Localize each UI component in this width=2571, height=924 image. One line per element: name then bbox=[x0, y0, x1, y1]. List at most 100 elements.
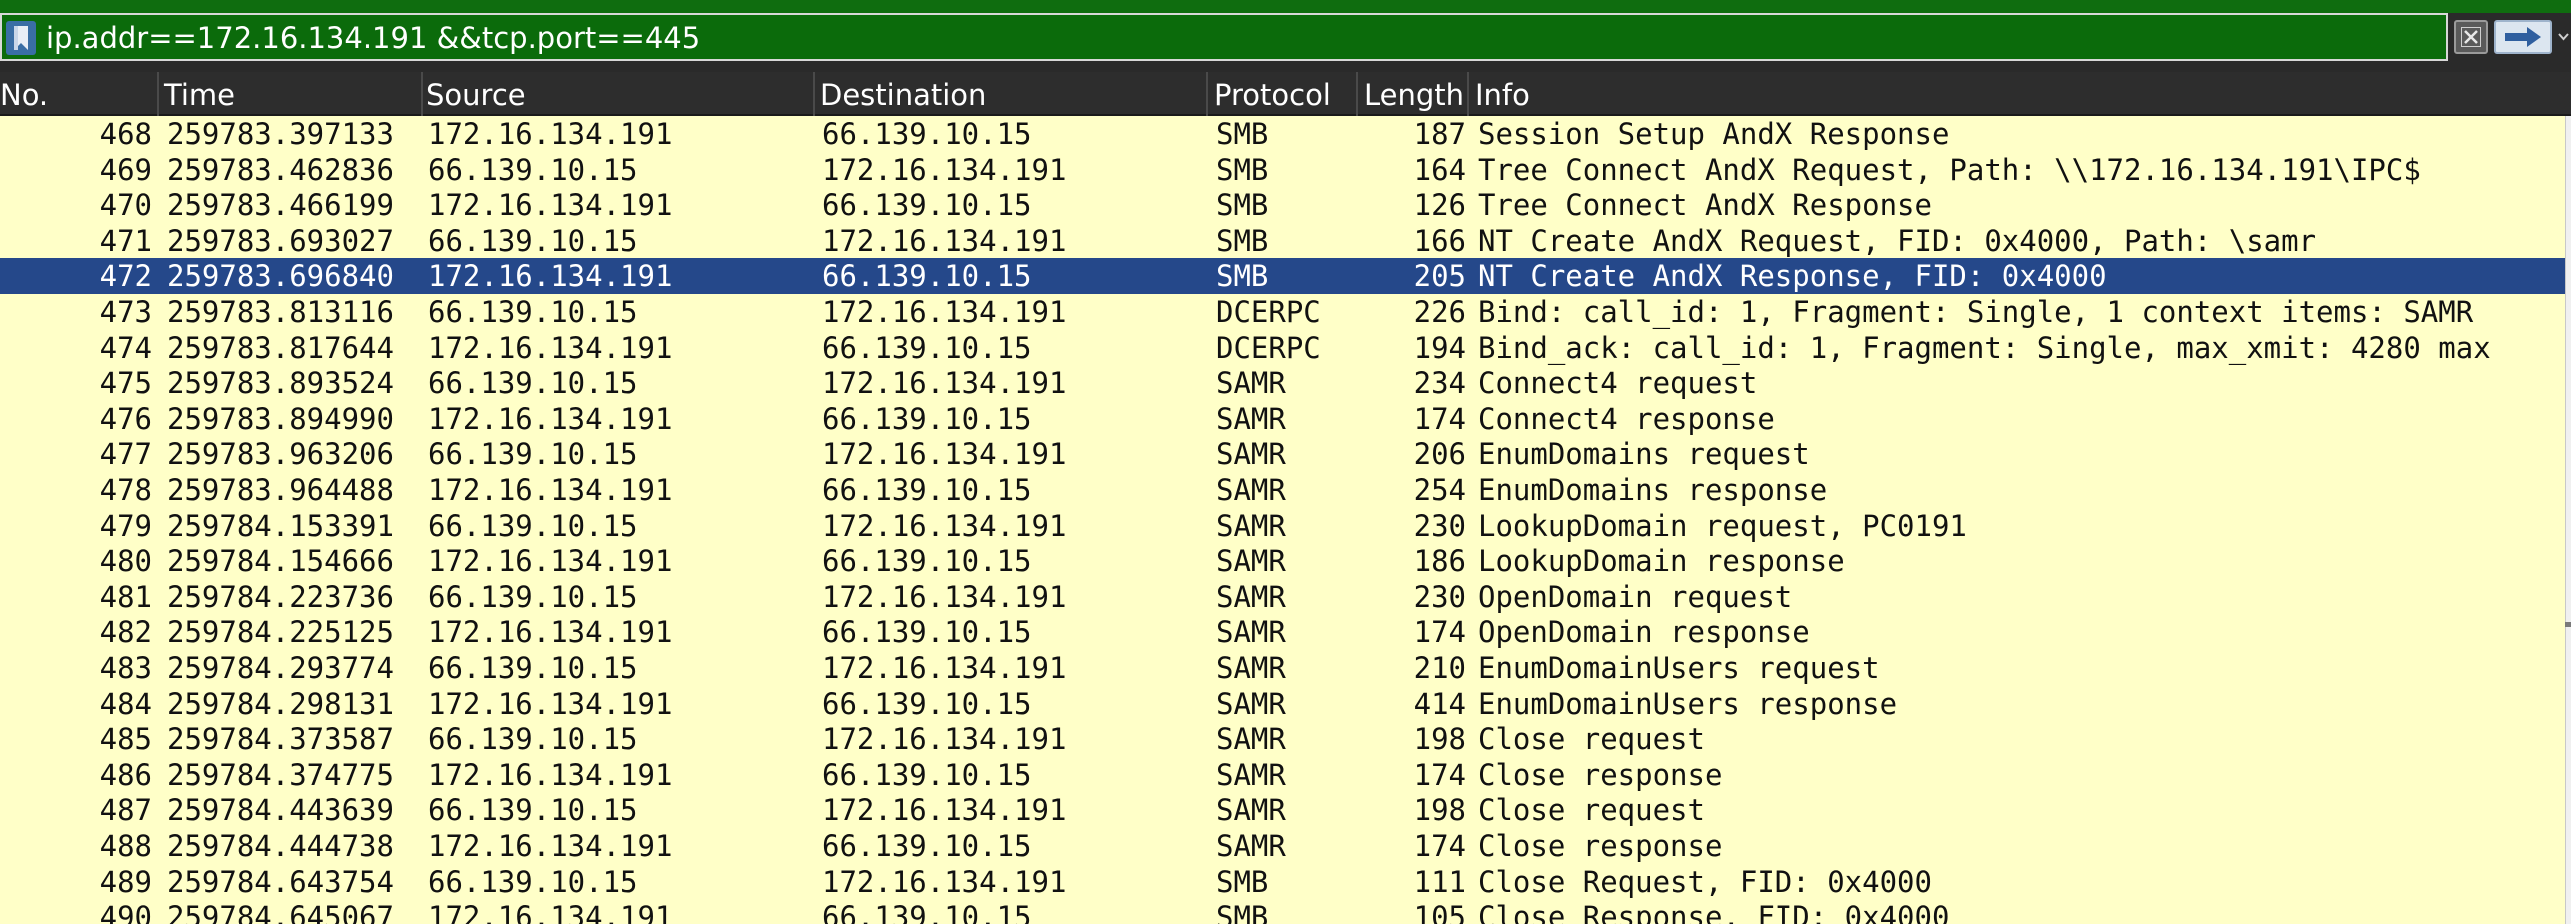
packet-row[interactable]: 488 259784.444738 172.16.134.191 66.139.10.… bbox=[0, 828, 2565, 864]
packet-row[interactable]: 479 259784.153391 66.139.10.15 172.16.134.1… bbox=[0, 507, 2565, 544]
packet-row[interactable]: 472 259783.696840 172.16.134.191 66.139.10.… bbox=[0, 258, 2565, 294]
packet-length-cell: 105 bbox=[1413, 900, 1466, 924]
packet-time-cell: 259784.223736 bbox=[167, 579, 394, 614]
packet-no-cell: 470 bbox=[99, 188, 152, 223]
packet-destination-cell: 172.16.134.191 bbox=[822, 579, 1067, 614]
packet-row[interactable]: 475 259783.893524 66.139.10.15 172.16.134.1… bbox=[0, 365, 2565, 401]
packet-info-cell: Tree Connect AndX Response bbox=[1478, 188, 1932, 223]
packet-protocol-cell: SMB bbox=[1216, 900, 1269, 924]
packet-length-cell: 205 bbox=[1413, 259, 1466, 294]
arrow-right-icon[interactable] bbox=[2494, 20, 2552, 54]
column-header-no[interactable]: No. bbox=[0, 72, 159, 116]
packet-source-cell: 66.139.10.15 bbox=[428, 437, 638, 472]
packet-row[interactable]: 477 259783.963206 66.139.10.15 172.16.134.1… bbox=[0, 436, 2565, 472]
column-header-source[interactable]: Source bbox=[423, 72, 815, 116]
packet-row[interactable]: 470 259783.466199 172.16.134.191 66.139.10.… bbox=[0, 187, 2565, 223]
column-header-protocol[interactable]: Protocol bbox=[1208, 72, 1358, 116]
packet-info-cell: Close Response, FID: 0x4000 bbox=[1478, 900, 1950, 924]
column-header-length[interactable]: Length bbox=[1358, 72, 1469, 116]
packet-source-cell: 172.16.134.191 bbox=[428, 686, 673, 721]
packet-no-cell: 485 bbox=[99, 722, 152, 757]
packet-destination-cell: 66.139.10.15 bbox=[822, 544, 1032, 579]
packet-row[interactable]: 489 259784.643754 66.139.10.15 172.16.134.1… bbox=[0, 863, 2565, 900]
packet-row[interactable]: 487 259784.443639 66.139.10.15 172.16.134.1… bbox=[0, 792, 2565, 828]
packet-row[interactable]: 476 259783.894990 172.16.134.191 66.139.10.… bbox=[0, 400, 2565, 437]
packet-source-cell: 172.16.134.191 bbox=[428, 615, 673, 650]
packet-row[interactable]: 480 259784.154666 172.16.134.191 66.139.10.… bbox=[0, 543, 2565, 579]
packet-row[interactable]: 478 259783.964488 172.16.134.191 66.139.10.… bbox=[0, 472, 2565, 508]
packet-row[interactable]: 473 259783.813116 66.139.10.15 172.16.134.1… bbox=[0, 294, 2565, 330]
chevron-down-icon[interactable] bbox=[2556, 26, 2571, 46]
packet-no-cell: 472 bbox=[99, 259, 152, 294]
column-header-time[interactable]: Time bbox=[161, 72, 423, 116]
packet-no-cell: 477 bbox=[99, 437, 152, 472]
packet-time-cell: 259784.153391 bbox=[167, 508, 394, 543]
packet-time-cell: 259783.813116 bbox=[167, 295, 394, 329]
vertical-scrollbar[interactable] bbox=[2565, 116, 2571, 924]
packet-length-cell: 174 bbox=[1413, 615, 1466, 650]
packet-protocol-cell: DCERPC bbox=[1216, 295, 1321, 329]
packet-no-cell: 490 bbox=[99, 900, 152, 924]
packet-protocol-cell: SAMR bbox=[1216, 437, 1286, 472]
packet-destination-cell: 66.139.10.15 bbox=[822, 117, 1032, 151]
packet-time-cell: 259783.397133 bbox=[167, 117, 394, 151]
packet-destination-cell: 66.139.10.15 bbox=[822, 686, 1032, 721]
packet-row[interactable]: 484 259784.298131 172.16.134.191 66.139.10.… bbox=[0, 685, 2565, 722]
clear-x-icon[interactable] bbox=[2454, 20, 2488, 54]
packet-info-cell: LookupDomain response bbox=[1478, 544, 1845, 579]
packet-row[interactable]: 469 259783.462836 66.139.10.15 172.16.134.1… bbox=[0, 151, 2565, 188]
column-header-destination[interactable]: Destination bbox=[815, 72, 1208, 116]
packet-time-cell: 259783.963206 bbox=[167, 437, 394, 472]
packet-time-cell: 259783.462836 bbox=[167, 152, 394, 187]
packet-source-cell: 172.16.134.191 bbox=[428, 259, 673, 294]
bookmark-icon[interactable] bbox=[6, 21, 36, 55]
packet-source-cell: 66.139.10.15 bbox=[428, 793, 638, 828]
display-filter-input[interactable]: ip.addr==172.16.134.191 &&tcp.port==445 bbox=[0, 13, 2448, 61]
packet-source-cell: 172.16.134.191 bbox=[428, 401, 673, 436]
packet-row[interactable]: 490 259784.645067 172.16.134.191 66.139.10.… bbox=[0, 899, 2565, 924]
packet-info-cell: Close request bbox=[1478, 722, 1705, 757]
packet-time-cell: 259783.466199 bbox=[167, 188, 394, 223]
packet-source-cell: 172.16.134.191 bbox=[428, 330, 673, 365]
packet-no-cell: 471 bbox=[99, 223, 152, 258]
packet-row[interactable]: 485 259784.373587 66.139.10.15 172.16.134.1… bbox=[0, 721, 2565, 757]
packet-protocol-cell: SAMR bbox=[1216, 829, 1286, 863]
packet-destination-cell: 66.139.10.15 bbox=[822, 473, 1032, 507]
packet-no-cell: 480 bbox=[99, 544, 152, 579]
packet-time-cell: 259784.643754 bbox=[167, 864, 394, 899]
packet-length-cell: 234 bbox=[1413, 366, 1466, 401]
packet-destination-cell: 172.16.134.191 bbox=[822, 651, 1067, 685]
packet-time-cell: 259783.693027 bbox=[167, 223, 394, 258]
packet-no-cell: 483 bbox=[99, 651, 152, 685]
packet-row[interactable]: 468 259783.397133 172.16.134.191 66.139.10.… bbox=[0, 116, 2565, 152]
packet-no-cell: 478 bbox=[99, 473, 152, 507]
packet-list[interactable]: 468 259783.397133 172.16.134.191 66.139.10.… bbox=[0, 116, 2565, 924]
packet-protocol-cell: SMB bbox=[1216, 864, 1269, 899]
packet-length-cell: 186 bbox=[1413, 544, 1466, 579]
packet-no-cell: 476 bbox=[99, 401, 152, 436]
packet-row[interactable]: 483 259784.293774 66.139.10.15 172.16.134.1… bbox=[0, 650, 2565, 686]
filter-expression-text[interactable]: ip.addr==172.16.134.191 &&tcp.port==445 bbox=[46, 18, 700, 58]
packet-protocol-cell: SAMR bbox=[1216, 757, 1286, 792]
packet-info-cell: NT Create AndX Response, FID: 0x4000 bbox=[1478, 259, 2107, 294]
packet-row[interactable]: 482 259784.225125 172.16.134.191 66.139.10.… bbox=[0, 614, 2565, 650]
packet-destination-cell: 66.139.10.15 bbox=[822, 330, 1032, 365]
packet-destination-cell: 172.16.134.191 bbox=[822, 223, 1067, 258]
packet-row[interactable]: 481 259784.223736 66.139.10.15 172.16.134.1… bbox=[0, 578, 2565, 615]
packet-info-cell: NT Create AndX Request, FID: 0x4000, Pat… bbox=[1478, 223, 2317, 258]
packet-time-cell: 259784.444738 bbox=[167, 829, 394, 863]
packet-info-cell: Connect4 response bbox=[1478, 401, 1775, 436]
packet-row[interactable]: 474 259783.817644 172.16.134.191 66.139.10.… bbox=[0, 329, 2565, 366]
packet-protocol-cell: SAMR bbox=[1216, 722, 1286, 757]
packet-info-cell: EnumDomainUsers response bbox=[1478, 686, 1898, 721]
packet-destination-cell: 66.139.10.15 bbox=[822, 900, 1032, 924]
packet-row[interactable]: 486 259784.374775 172.16.134.191 66.139.10.… bbox=[0, 756, 2565, 793]
packet-source-cell: 66.139.10.15 bbox=[428, 295, 638, 329]
packet-length-cell: 187 bbox=[1413, 117, 1466, 151]
packet-no-cell: 468 bbox=[99, 117, 152, 151]
packet-length-cell: 198 bbox=[1413, 793, 1466, 828]
packet-source-cell: 66.139.10.15 bbox=[428, 722, 638, 757]
column-header-info[interactable]: Info bbox=[1469, 72, 2571, 116]
packet-no-cell: 475 bbox=[99, 366, 152, 401]
packet-row[interactable]: 471 259783.693027 66.139.10.15 172.16.134.1… bbox=[0, 222, 2565, 259]
